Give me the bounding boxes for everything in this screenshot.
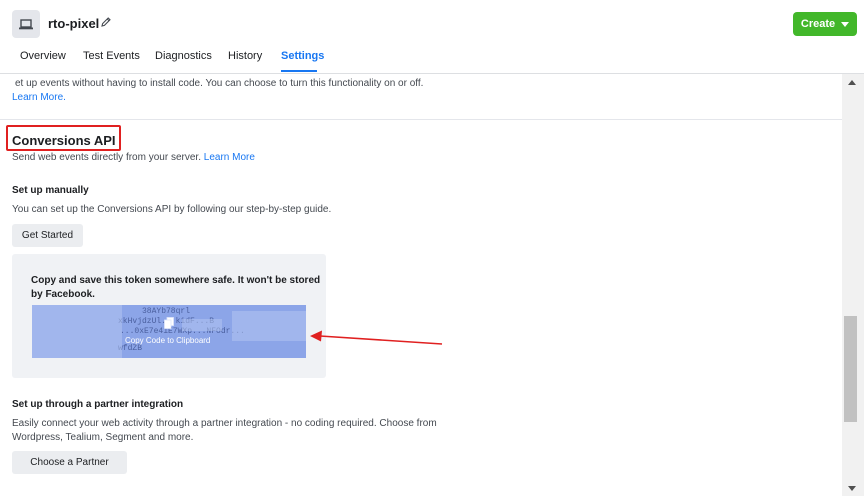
access-token-box[interactable]: 38AYb78qrl xkHvjdzUl...kidF...B ...0xE7e… (32, 305, 306, 358)
copy-code-label: Copy Code to Clipboard (125, 336, 211, 345)
settings-content: et up events without having to install c… (0, 74, 842, 496)
token-warning: Copy and save this token somewhere safe.… (31, 275, 321, 300)
blur-overlay (232, 311, 306, 341)
caret-down-icon (841, 21, 850, 27)
tab-settings[interactable]: Settings (281, 50, 324, 62)
section-description: Send web events directly from your serve… (12, 152, 255, 163)
pencil-icon[interactable] (100, 15, 112, 33)
tab-test-events[interactable]: Test Events (83, 50, 140, 62)
partner-description-line-2: Wordpress, Tealium, Segment and more. (12, 432, 194, 443)
choose-partner-button[interactable]: Choose a Partner (12, 451, 127, 474)
blur-overlay (182, 319, 222, 331)
active-tab-indicator (281, 70, 317, 72)
token-line-1: 38AYb78qrl (142, 307, 191, 316)
section-description-text: Send web events directly from your serve… (12, 152, 201, 163)
token-panel: Copy and save this token somewhere safe.… (12, 254, 326, 378)
scroll-up-arrow-icon[interactable] (848, 80, 856, 85)
tab-diagnostics[interactable]: Diagnostics (155, 50, 212, 62)
laptop-icon (12, 10, 40, 38)
get-started-button[interactable]: Get Started (12, 224, 83, 247)
vertical-scrollbar[interactable] (842, 74, 864, 496)
copy-icon (164, 316, 174, 334)
manual-setup-description: You can set up the Conversions API by fo… (12, 204, 332, 215)
section-learn-more-link[interactable]: Learn More (204, 152, 255, 163)
create-button-label: Create (800, 18, 836, 30)
tab-history[interactable]: History (228, 50, 262, 62)
page-header: rto-pixel Create Overview Test Events Di… (0, 0, 864, 74)
blur-overlay (32, 305, 122, 358)
partner-description-line-1: Easily connect your web activity through… (12, 418, 437, 429)
create-button[interactable]: Create (793, 12, 857, 36)
section-title: Conversions API (12, 133, 116, 148)
manual-setup-title: Set up manually (12, 185, 89, 196)
tab-overview[interactable]: Overview (20, 50, 66, 62)
pixel-name: rto-pixel (48, 16, 100, 31)
scrollbar-thumb[interactable] (844, 316, 857, 422)
intro-learn-more-link[interactable]: Learn More. (12, 92, 66, 103)
scroll-down-arrow-icon[interactable] (848, 486, 856, 491)
section-divider (0, 119, 842, 120)
arrow-annotation (310, 330, 443, 345)
partner-setup-title: Set up through a partner integration (12, 399, 184, 410)
intro-text: et up events without having to install c… (15, 78, 424, 89)
